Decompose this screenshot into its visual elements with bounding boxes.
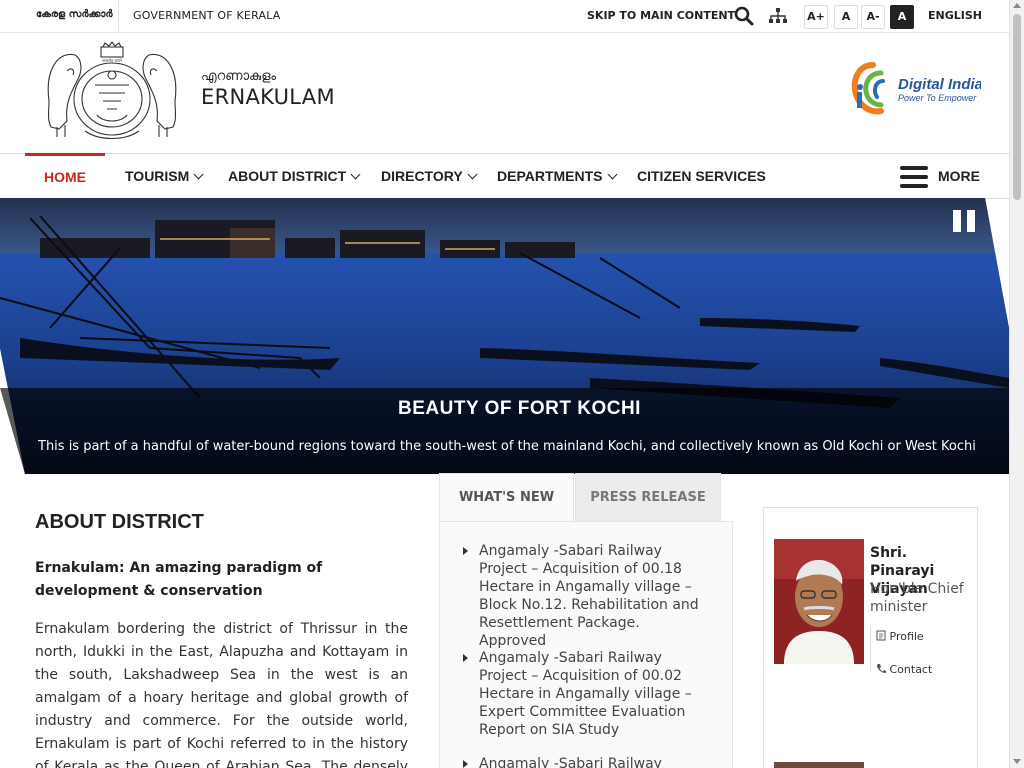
district-name[interactable]: ERNAKULAM	[201, 85, 335, 109]
nav-home-label: HOME	[44, 169, 86, 185]
more-label: MORE	[938, 168, 980, 184]
scrollbar[interactable]	[1009, 0, 1024, 768]
nav-directory-label: DIRECTORY	[381, 168, 463, 184]
next-profile-photo	[774, 762, 864, 768]
tab-panel: Angamaly -Sabari Railway Project – Acqui…	[439, 521, 733, 768]
caret-right-icon	[463, 654, 468, 662]
nav-departments-label: DEPARTMENTS	[497, 168, 603, 184]
divider	[118, 0, 119, 32]
digital-india-logo[interactable]: Digital India Power To Empower	[851, 61, 983, 117]
contact-label: Contact	[889, 663, 933, 676]
contact-link[interactable]: Contact	[876, 663, 932, 676]
site-header: सत्यमेव जयते എറണാകുളം ERNAKULAM Digital …	[0, 33, 1009, 153]
scroll-up-arrow-icon[interactable]	[1013, 3, 1021, 8]
government-of-kerala-link[interactable]: GOVERNMENT OF KERALA	[133, 9, 281, 22]
hamburger-icon	[900, 166, 928, 188]
nav-citizen-services-label: CITIZEN SERVICES	[637, 168, 766, 184]
hero-title: BEAUTY OF FORT KOCHI	[398, 398, 641, 419]
kerala-emblem-logo[interactable]: सत्यमेव जयते	[37, 41, 187, 141]
list-item[interactable]: Angamaly -Sabari Railway Project	[463, 755, 709, 768]
profile-label: Profile	[889, 630, 924, 643]
tab-whats-new[interactable]: WHAT'S NEW	[439, 473, 574, 521]
nav-departments[interactable]: DEPARTMENTS	[497, 154, 617, 198]
high-contrast-button[interactable]: A	[890, 5, 914, 29]
news-text: Angamaly -Sabari Railway Project	[479, 756, 662, 768]
scrollbar-thumb[interactable]	[1013, 14, 1021, 200]
font-normal-button[interactable]: A	[834, 5, 858, 29]
skip-to-main-content-link[interactable]: SKIP TO MAIN CONTENT	[587, 9, 735, 22]
nav-about-district-label: ABOUT DISTRICT	[228, 168, 347, 184]
hero-description: This is part of a handful of water-bound…	[38, 439, 976, 454]
profile-link[interactable]: Profile	[876, 630, 924, 643]
scroll-down-arrow-icon[interactable]	[1013, 759, 1021, 764]
digital-india-title: Digital India	[898, 76, 981, 93]
chevron-down-icon	[467, 169, 478, 180]
chevron-down-icon	[193, 169, 204, 180]
chief-minister-card: Shri. Pinarayi Vijayan Hon'ble Chief min…	[763, 507, 978, 734]
svg-text:सत्यमेव जयते: सत्यमेव जयते	[102, 58, 122, 63]
chief-minister-role: Hon'ble Chief minister	[870, 581, 964, 615]
pause-icon[interactable]	[953, 210, 977, 232]
divider	[870, 625, 871, 673]
tab-press-release[interactable]: PRESS RELEASE	[575, 473, 721, 522]
main-navigation: HOME TOURISM ABOUT DISTRICT DIRECTORY DE…	[0, 153, 1009, 199]
list-item[interactable]: Angamaly -Sabari Railway Project – Acqui…	[463, 649, 709, 739]
nav-citizen-services[interactable]: CITIZEN SERVICES	[637, 154, 766, 198]
nav-tourism-label: TOURISM	[125, 168, 190, 184]
phone-icon	[877, 664, 886, 673]
about-district-heading: ABOUT DISTRICT	[35, 511, 204, 533]
sitemap-icon[interactable]	[768, 7, 788, 25]
about-district-subheading: Ernakulam: An amazing paradigm of develo…	[35, 560, 323, 599]
language-selector[interactable]: ENGLISH	[928, 9, 982, 22]
nav-about-district[interactable]: ABOUT DISTRICT	[228, 154, 361, 198]
chief-minister-photo	[774, 539, 864, 664]
news-text: Angamaly -Sabari Railway Project – Acqui…	[479, 543, 699, 649]
top-bar: കേരള സർക്കാർ GOVERNMENT OF KERALA SKIP T…	[0, 0, 1009, 33]
nav-tourism[interactable]: TOURISM	[125, 154, 204, 198]
digital-india-tagline: Power To Empower	[898, 93, 977, 103]
caret-right-icon	[463, 547, 468, 555]
nav-directory[interactable]: DIRECTORY	[381, 154, 478, 198]
state-name-malayalam: കേരള സർക്കാർ	[36, 9, 113, 20]
font-decrease-button[interactable]: A-	[861, 5, 885, 29]
about-district-body: Ernakulam bordering the district of Thri…	[35, 621, 408, 768]
caret-right-icon	[463, 760, 468, 768]
search-icon[interactable]	[734, 6, 754, 26]
profile-icon	[876, 630, 886, 641]
news-text: Angamaly -Sabari Railway Project – Acqui…	[479, 650, 692, 738]
chevron-down-icon	[350, 169, 361, 180]
page: കേരള സർക്കാർ GOVERNMENT OF KERALA SKIP T…	[0, 0, 1009, 768]
next-profile-card	[763, 732, 978, 768]
list-item[interactable]: Angamaly -Sabari Railway Project – Acqui…	[463, 542, 709, 650]
news-tabs: WHAT'S NEW PRESS RELEASE Angamaly -Sabar…	[439, 473, 733, 768]
nav-home[interactable]: HOME	[25, 153, 105, 200]
district-name-malayalam: എറണാകുളം	[201, 69, 276, 84]
chevron-down-icon	[607, 169, 617, 180]
font-increase-button[interactable]: A+	[804, 5, 828, 29]
hero-slider[interactable]: BEAUTY OF FORT KOCHI This is part of a h…	[0, 198, 1009, 474]
